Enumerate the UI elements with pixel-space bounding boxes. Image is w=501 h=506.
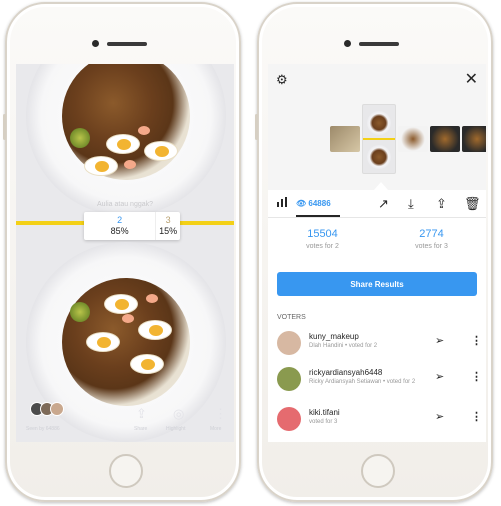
send-icon[interactable]: ➢ [435,334,444,347]
voter-row[interactable]: rickyardiansyah6448 Ricky Ardiansyah Set… [277,367,482,401]
poll-question: Aulia atau nggak? [96,201,154,208]
egg-slice [138,320,172,340]
seen-by-label[interactable]: Seen by 64886 [26,426,60,432]
share-label: Share [134,426,148,432]
more-icon[interactable]: ⋮ [471,410,482,423]
story-thumbnail[interactable] [462,126,486,152]
lime-garnish [70,128,90,148]
front-camera [92,40,99,47]
voter-subtitle: Dlah Handini • voted for 2 [309,343,378,349]
highlight-icon[interactable]: ◎ [173,406,184,422]
avatar[interactable] [277,407,301,431]
lime-garnish [70,302,90,322]
earpiece-speaker [107,42,147,46]
download-icon[interactable]: ⤓ [408,196,414,212]
food-plate-top [26,64,226,216]
earpiece-speaker [359,42,399,46]
share-icon[interactable]: ⇪ [136,406,147,422]
egg-slice [104,294,138,314]
active-tab-indicator [296,215,340,217]
volume-button [255,114,258,140]
more-icon[interactable]: ⋮ [471,334,482,347]
insights-screen: ⚙ ✕ 👁 64886 ↗ ⤓ ⇪ 🗑 15504 votes for 2 27… [268,64,486,442]
shrimp-garnish [122,314,134,323]
voter-username[interactable]: kiki.tifani [309,408,340,417]
thumbnail-row [330,104,486,174]
volume-button [3,114,6,140]
phone-left: Aulia atau nggak? 2 85% 3 15% Seen by 64… [3,2,241,502]
close-icon[interactable]: ✕ [465,69,478,89]
egg-slice [130,354,164,374]
poll-option-a-percent: 85% [110,226,129,236]
poll-option-b-label: 3 [165,215,171,225]
story-thumbnail[interactable] [430,126,460,152]
trend-icon[interactable]: ↗ [378,196,389,212]
voter-subtitle: voted for 3 [309,419,338,425]
voter-subtitle: Ricky Ardiansyah Setiawan • voted for 2 [309,379,416,385]
poll-option-3[interactable]: 3 15% [156,212,180,240]
more-icon[interactable]: ⋮ [214,406,227,422]
send-icon[interactable]: ➢ [435,410,444,423]
egg-slice [106,134,140,154]
vote-label: votes for 3 [415,243,448,250]
egg-slice [144,141,178,161]
vote-result-3: 2774 votes for 3 [377,228,486,250]
bar-chart-icon[interactable] [276,196,288,211]
voter-row[interactable]: kuny_makeup Dlah Handini • voted for 2 ➢… [277,331,482,365]
shrimp-garnish [138,126,150,135]
story-thumbnail[interactable] [330,126,360,152]
voter-username[interactable]: kuny_makeup [309,332,359,341]
more-label: More [210,426,222,432]
poll-option-a-label: 2 [117,215,123,225]
voters-heading: VOTERS [277,314,306,321]
voter-row[interactable]: kiki.tifani voted for 3 ➢ ⋮ [277,407,482,441]
avatar[interactable] [277,367,301,391]
more-icon[interactable]: ⋮ [471,370,482,383]
avatar[interactable] [277,331,301,355]
poll-results: 15504 votes for 2 2774 votes for 3 [268,228,486,268]
voter-username[interactable]: rickyardiansyah6448 [309,368,382,377]
front-camera [344,40,351,47]
avatar [50,402,64,416]
vote-label: votes for 2 [306,243,339,250]
share-results-button[interactable]: Share Results [277,272,477,296]
thumbnail-pointer [374,182,388,190]
story-thumbnail[interactable] [398,126,428,152]
shrimp-garnish [146,294,158,303]
egg-slice [86,332,120,352]
vote-count: 2774 [419,228,444,240]
viewer-avatars[interactable] [30,402,64,416]
share-icon[interactable]: ⇪ [436,196,447,212]
shrimp-garnish [124,160,136,169]
vote-result-2: 15504 votes for 2 [268,228,377,250]
phone-right: ⚙ ✕ 👁 64886 ↗ ⤓ ⇪ 🗑 15504 votes for 2 27… [255,2,493,502]
send-icon[interactable]: ➢ [435,370,444,383]
story-footer: Seen by 64886 ⇪ Share ◎ Highlight ⋮ More [16,398,234,442]
story-thumbnail-selected[interactable] [362,104,396,174]
poll-option-b-percent: 15% [159,226,178,236]
story-screen: Aulia atau nggak? 2 85% 3 15% Seen by 64… [16,64,234,442]
poll-option-2[interactable]: 2 85% [84,212,157,240]
home-button[interactable] [361,454,395,488]
trash-icon[interactable]: 🗑 [464,196,481,212]
egg-slice [84,156,118,176]
viewers-count: 64886 [308,199,331,208]
vote-count: 15504 [307,228,338,240]
story-thumbnail-strip: ⚙ ✕ [268,64,486,190]
viewers-tab[interactable]: 👁 64886 [296,199,331,208]
poll-sticker[interactable]: 2 85% 3 15% [84,212,180,240]
gear-icon[interactable]: ⚙ [276,72,288,88]
home-button[interactable] [109,454,143,488]
insights-tabs: 👁 64886 ↗ ⤓ ⇪ 🗑 [268,190,486,218]
highlight-label: Highlight [166,426,186,432]
